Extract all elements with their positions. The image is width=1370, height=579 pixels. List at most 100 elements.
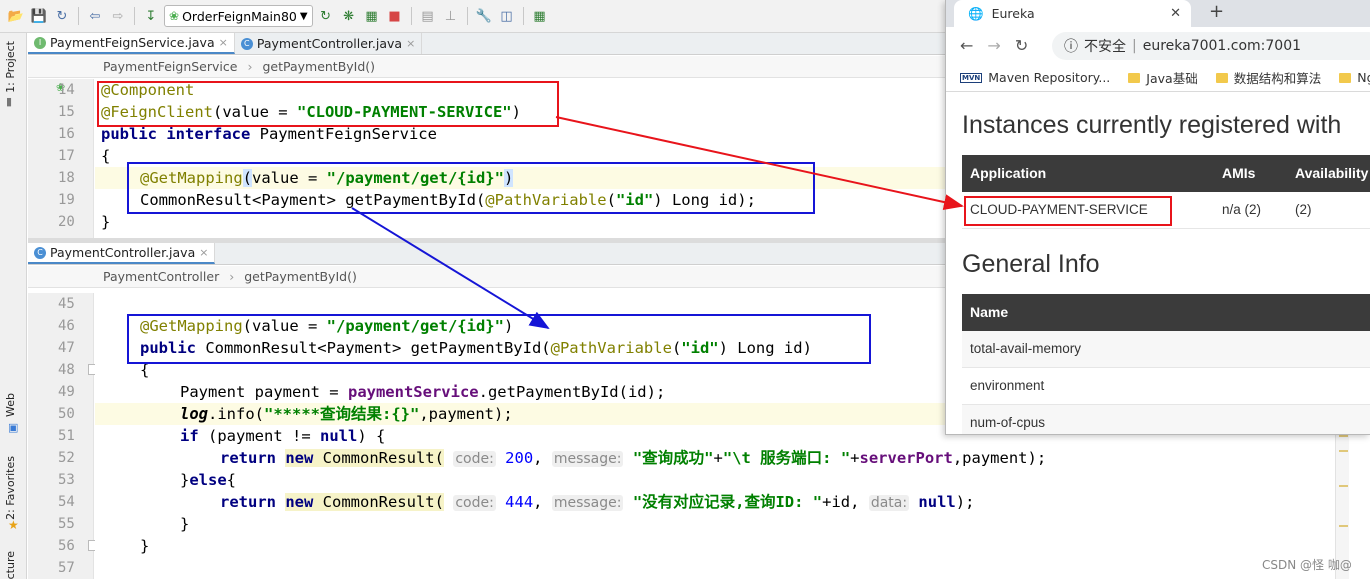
line-number: 18: [58, 170, 75, 186]
stop-icon[interactable]: ■: [385, 6, 405, 26]
availability-value: (2): [1295, 202, 1312, 217]
line-number: 16: [58, 126, 75, 142]
plugin-icon[interactable]: ▦: [530, 6, 550, 26]
tab-payment-feign-service[interactable]: I PaymentFeignService.java ×: [28, 33, 235, 54]
tab-payment-controller[interactable]: C PaymentController.java ×: [28, 243, 216, 264]
line-number: 20: [58, 214, 75, 230]
reload-icon[interactable]: ↻: [1015, 36, 1028, 55]
instances-heading: Instances currently registered with: [962, 111, 1342, 139]
close-icon[interactable]: ×: [406, 37, 415, 50]
eureka-page: Instances currently registered with Appl…: [946, 93, 1370, 434]
line-number: 19: [58, 192, 75, 208]
chevron-down-icon: ▼: [299, 10, 308, 22]
back-icon[interactable]: ⇦: [85, 6, 105, 26]
folder-icon: [1128, 72, 1141, 83]
code-line: }: [95, 535, 1335, 557]
back-icon[interactable]: ←: [960, 36, 973, 55]
favorites-tool-button[interactable]: 2: Favorites: [4, 456, 17, 520]
breadcrumb-item[interactable]: PaymentController: [103, 269, 219, 284]
bookmark-ng[interactable]: Ng: [1339, 70, 1370, 85]
sync-icon[interactable]: ↻: [52, 6, 72, 26]
structure-icon[interactable]: ◫: [497, 6, 517, 26]
tab-label: PaymentFeignService.java: [50, 35, 215, 50]
close-icon[interactable]: ×: [219, 36, 228, 49]
feign-client-highlight-box: [97, 81, 559, 127]
bookmark-algorithms[interactable]: 数据结构和算法: [1215, 68, 1321, 87]
column-header: AMIs: [1222, 165, 1256, 181]
code-text: Payment payment = paymentService.getPaym…: [180, 383, 666, 401]
bottom-gutter: 45 46 47 48 49 50 51 52 53 54 55 56 57: [28, 293, 97, 579]
controller-mapping-highlight-box: [127, 314, 871, 364]
web-tool-button[interactable]: Web: [4, 393, 17, 417]
breadcrumb-item[interactable]: getPaymentById(): [262, 59, 375, 74]
bookmark-maven[interactable]: MVN Maven Repository...: [960, 70, 1110, 85]
breadcrumb-item[interactable]: getPaymentById(): [244, 269, 357, 284]
service-name-highlight-box: [964, 196, 1172, 226]
code-line: return new CommonResult( code: 444, mess…: [95, 491, 1335, 513]
line-number: 47: [58, 340, 75, 356]
bookmarks-bar: MVNMaven Repository... Java基础 数据结构和算法 Ng: [946, 64, 1370, 92]
toolbar-separator: [410, 7, 412, 25]
new-tab-icon[interactable]: +: [1209, 1, 1224, 22]
scroll-marker: [1339, 450, 1348, 452]
chevron-right-icon: ›: [247, 59, 253, 74]
close-icon[interactable]: ×: [199, 246, 208, 259]
project-tool-button[interactable]: 1: Project: [4, 41, 17, 93]
star-icon: ★: [8, 518, 19, 532]
layout-icon[interactable]: ▤: [418, 6, 438, 26]
scroll-marker: [1339, 435, 1348, 437]
left-tool-strip: 1: Project ▮ Web ▣ 2: Favorites ★ cture: [0, 33, 27, 579]
line-number: 15: [58, 104, 75, 120]
line-number: 53: [58, 472, 75, 488]
code-text: }: [180, 515, 190, 533]
code-text: }: [101, 213, 111, 231]
table-row: num-of-cpus: [962, 405, 1370, 434]
url-text: eureka7001.com:7001: [1142, 38, 1302, 54]
line-number: 54: [58, 494, 75, 510]
deploy-icon[interactable]: ⊥: [441, 6, 461, 26]
bookmark-java[interactable]: Java基础: [1128, 68, 1198, 87]
class-icon: C: [34, 246, 46, 259]
breadcrumb-item[interactable]: PaymentFeignService: [103, 59, 237, 74]
line-number: 51: [58, 428, 75, 444]
tab-payment-controller[interactable]: C PaymentController.java ×: [235, 33, 423, 54]
line-number: 52: [58, 450, 75, 466]
wrench-icon[interactable]: 🔧: [474, 6, 494, 26]
spring-leaf-icon: ❀: [169, 9, 180, 23]
folder-icon: ▮: [6, 95, 13, 108]
general-table-header: Name: [962, 294, 1370, 331]
toolbar-separator: [522, 7, 524, 25]
browser-tab-eureka[interactable]: 🌐 Eureka ✕: [954, 0, 1191, 27]
interface-icon: I: [34, 36, 46, 49]
folder-icon: [1215, 72, 1228, 83]
watermark: CSDN @怪 咖@: [1262, 558, 1352, 572]
rerun-icon[interactable]: ↻: [316, 6, 336, 26]
forward-icon[interactable]: →: [987, 36, 1000, 55]
class-icon: C: [240, 37, 253, 50]
coverage-icon[interactable]: ▦: [362, 6, 382, 26]
amis-value: n/a (2): [1222, 202, 1262, 217]
close-icon[interactable]: ✕: [1170, 6, 1181, 21]
run-config-select[interactable]: ❀ OrderFeignMain80 ▼: [164, 5, 313, 27]
table-row: total-avail-memory: [962, 331, 1370, 368]
code-text: return new CommonResult( code: 200, mess…: [220, 449, 1047, 467]
info-name: num-of-cpus: [970, 415, 1046, 430]
url-input[interactable]: ⓘ 不安全 | eureka7001.com:7001: [1052, 32, 1370, 60]
top-gutter: ❀ 14 15 16 17 18 19 20: [28, 79, 94, 238]
forward-icon[interactable]: ⇨: [108, 6, 128, 26]
toolbar-separator: [466, 7, 468, 25]
open-folder-icon[interactable]: 📂: [6, 6, 26, 26]
code-line: }: [95, 513, 1335, 535]
info-icon: ⓘ: [1064, 39, 1078, 55]
tab-label: PaymentController.java: [50, 245, 196, 260]
build-icon[interactable]: ↧: [141, 6, 161, 26]
chevron-right-icon: ›: [229, 269, 235, 284]
debug-icon[interactable]: ❋: [339, 6, 359, 26]
code-text: if (payment != null) {: [180, 427, 386, 445]
line-number: 14: [58, 82, 75, 98]
line-number: 17: [58, 148, 75, 164]
structure-tool-button[interactable]: cture: [4, 551, 17, 579]
line-number: 48: [58, 362, 75, 378]
save-icon[interactable]: 💾: [29, 6, 49, 26]
instances-table-header: Application AMIs Availability: [962, 155, 1370, 192]
